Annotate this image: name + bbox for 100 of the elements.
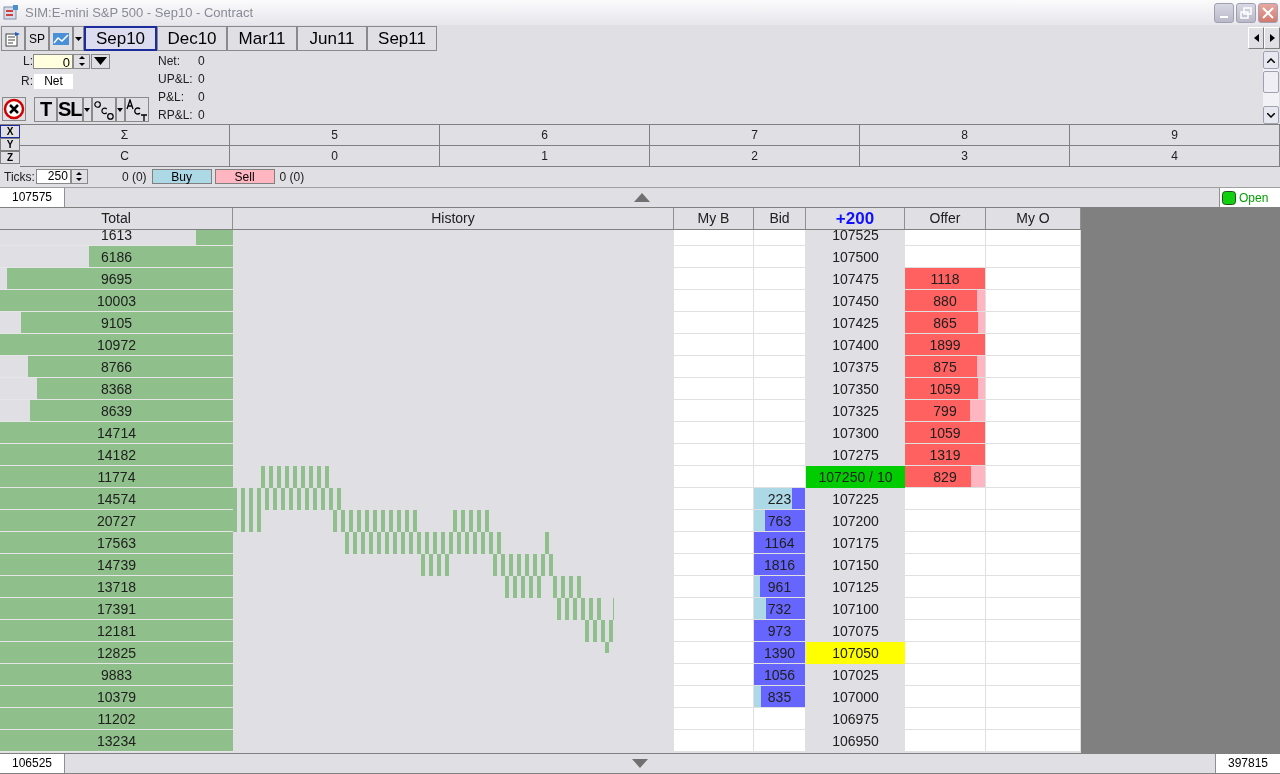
bid-cell[interactable] bbox=[754, 422, 806, 444]
my-bid-cell[interactable] bbox=[674, 620, 754, 642]
my-offer-cell[interactable] bbox=[986, 664, 1081, 686]
column-header[interactable]: Bid bbox=[754, 208, 806, 229]
dropdown-button[interactable] bbox=[115, 97, 125, 122]
my-offer-cell[interactable] bbox=[986, 356, 1081, 378]
my-offer-cell[interactable] bbox=[986, 730, 1081, 752]
my-bid-cell[interactable] bbox=[674, 334, 754, 356]
offer-cell[interactable] bbox=[905, 576, 986, 598]
offer-cell[interactable] bbox=[905, 620, 986, 642]
offer-cell[interactable] bbox=[905, 730, 986, 752]
bid-cell[interactable] bbox=[754, 444, 806, 466]
offer-cell[interactable] bbox=[905, 664, 986, 686]
offer-cell[interactable]: 1118 bbox=[905, 268, 986, 290]
my-offer-cell[interactable] bbox=[986, 642, 1081, 664]
offer-cell[interactable]: 1319 bbox=[905, 444, 986, 466]
my-bid-cell[interactable] bbox=[674, 598, 754, 620]
cancel-all-button[interactable] bbox=[2, 97, 26, 121]
dropdown-button[interactable] bbox=[91, 53, 110, 69]
my-offer-cell[interactable] bbox=[986, 246, 1081, 268]
bid-cell[interactable] bbox=[754, 290, 806, 312]
bid-cell[interactable]: 961 bbox=[754, 576, 806, 598]
offer-cell[interactable]: 865 bbox=[905, 312, 986, 334]
my-offer-cell[interactable] bbox=[986, 576, 1081, 598]
offer-cell[interactable]: 1059 bbox=[905, 422, 986, 444]
my-bid-cell[interactable] bbox=[674, 400, 754, 422]
grid-cell[interactable]: 2 bbox=[650, 146, 860, 166]
grid-cell[interactable]: 9 bbox=[1070, 125, 1280, 145]
grid-cell[interactable]: Σ bbox=[20, 125, 230, 145]
bid-cell[interactable] bbox=[754, 400, 806, 422]
bid-cell[interactable]: 835 bbox=[754, 686, 806, 708]
order-type-button[interactable]: T bbox=[34, 97, 57, 122]
minimize-button[interactable] bbox=[1214, 2, 1234, 23]
contract-tab[interactable]: Jun11 bbox=[297, 26, 367, 51]
my-bid-cell[interactable] bbox=[674, 378, 754, 400]
column-header[interactable]: History bbox=[233, 208, 674, 229]
dropdown-button[interactable] bbox=[82, 97, 92, 122]
bid-cell[interactable]: 1390 bbox=[754, 642, 806, 664]
ticks-field[interactable]: 250 bbox=[35, 169, 71, 184]
offer-cell[interactable] bbox=[905, 510, 986, 532]
my-bid-cell[interactable] bbox=[674, 730, 754, 752]
order-type-button[interactable]: SL bbox=[57, 97, 83, 122]
offer-cell[interactable] bbox=[905, 532, 986, 554]
symbol-button[interactable]: SP bbox=[25, 26, 49, 51]
bid-cell[interactable] bbox=[754, 730, 806, 752]
properties-button[interactable] bbox=[1, 26, 25, 51]
axis-button[interactable]: X bbox=[0, 125, 20, 138]
column-header[interactable]: My B bbox=[674, 208, 754, 229]
offer-cell[interactable]: 1899 bbox=[905, 334, 986, 356]
my-offer-cell[interactable] bbox=[986, 686, 1081, 708]
offer-cell[interactable]: 1059 bbox=[905, 378, 986, 400]
axis-button[interactable]: Z bbox=[0, 151, 20, 164]
grid-cell[interactable]: 3 bbox=[860, 146, 1070, 166]
offer-cell[interactable] bbox=[905, 230, 986, 246]
my-offer-cell[interactable] bbox=[986, 620, 1081, 642]
spinner[interactable] bbox=[73, 53, 90, 69]
grid-cell[interactable]: 4 bbox=[1070, 146, 1280, 166]
my-bid-cell[interactable] bbox=[674, 312, 754, 334]
my-offer-cell[interactable] bbox=[986, 400, 1081, 422]
offer-cell[interactable] bbox=[905, 488, 986, 510]
bid-cell[interactable] bbox=[754, 708, 806, 730]
scroll-left-button[interactable] bbox=[1248, 27, 1264, 49]
my-offer-cell[interactable] bbox=[986, 378, 1081, 400]
my-offer-cell[interactable] bbox=[986, 466, 1081, 488]
my-offer-cell[interactable] bbox=[986, 708, 1081, 730]
my-bid-cell[interactable] bbox=[674, 488, 754, 510]
contract-tab[interactable]: Sep10 bbox=[84, 26, 157, 51]
bid-cell[interactable] bbox=[754, 378, 806, 400]
oco-button[interactable] bbox=[91, 97, 116, 122]
my-offer-cell[interactable] bbox=[986, 510, 1081, 532]
my-bid-cell[interactable] bbox=[674, 422, 754, 444]
contract-tab[interactable]: Dec10 bbox=[157, 26, 227, 51]
scrollbar[interactable] bbox=[1263, 51, 1279, 124]
my-bid-cell[interactable] bbox=[674, 356, 754, 378]
price-cell[interactable]: 107250 / 10 bbox=[806, 466, 905, 488]
offer-cell[interactable] bbox=[905, 598, 986, 620]
my-offer-cell[interactable] bbox=[986, 290, 1081, 312]
my-bid-cell[interactable] bbox=[674, 230, 754, 246]
grid-cell[interactable]: 0 bbox=[230, 146, 440, 166]
bid-cell[interactable] bbox=[754, 268, 806, 290]
my-offer-cell[interactable] bbox=[986, 488, 1081, 510]
my-offer-cell[interactable] bbox=[986, 268, 1081, 290]
grid-cell[interactable]: 5 bbox=[230, 125, 440, 145]
my-bid-cell[interactable] bbox=[674, 576, 754, 598]
offer-cell[interactable]: 829 bbox=[905, 466, 986, 488]
scroll-right-button[interactable] bbox=[1264, 27, 1280, 49]
my-bid-cell[interactable] bbox=[674, 686, 754, 708]
my-offer-cell[interactable] bbox=[986, 444, 1081, 466]
offer-cell[interactable]: 875 bbox=[905, 356, 986, 378]
grid-cell[interactable]: 8 bbox=[860, 125, 1070, 145]
sell-button[interactable]: Sell bbox=[214, 169, 275, 184]
grid-cell[interactable]: 6 bbox=[440, 125, 650, 145]
buy-button[interactable]: Buy bbox=[151, 169, 212, 184]
grid-cell[interactable]: C bbox=[20, 146, 230, 166]
l-field[interactable]: 0 bbox=[33, 53, 73, 69]
contract-tab[interactable]: Sep11 bbox=[367, 26, 437, 51]
top-price-field[interactable]: 107575 bbox=[0, 188, 65, 207]
offer-cell[interactable]: 799 bbox=[905, 400, 986, 422]
grid-cell[interactable]: 1 bbox=[440, 146, 650, 166]
my-bid-cell[interactable] bbox=[674, 444, 754, 466]
